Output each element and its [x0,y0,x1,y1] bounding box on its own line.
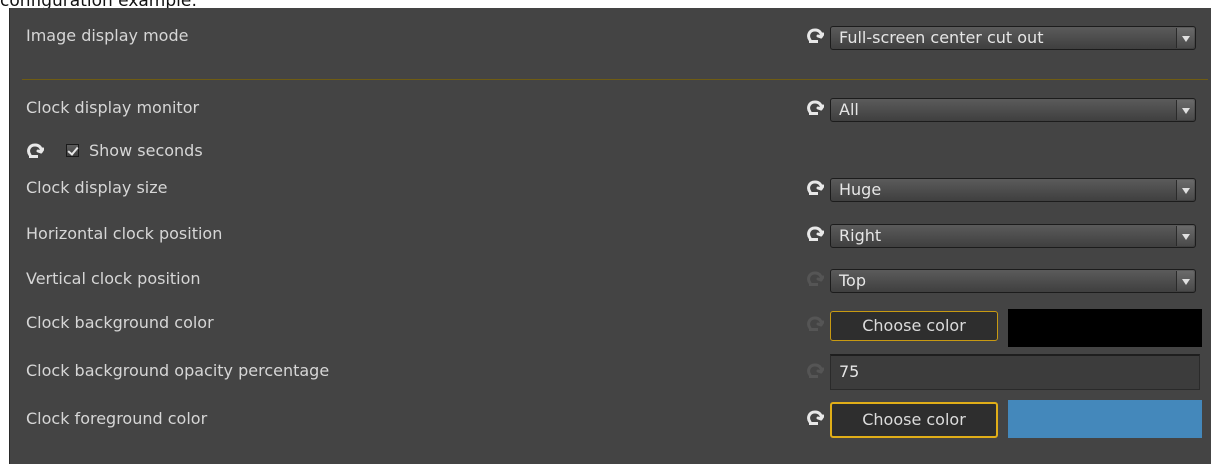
clock-background-choose-color-button[interactable]: Choose color [830,311,998,341]
reset-arrow-icon[interactable] [806,28,824,44]
chevron-down-icon[interactable] [1176,271,1194,291]
clock-display-monitor-select[interactable]: All [830,98,1196,122]
reset-arrow-icon[interactable] [806,410,824,426]
reset-arrow-icon[interactable] [806,100,824,116]
reset-arrow-icon[interactable] [26,143,44,159]
row-clock-display-monitor: Clock display monitor All [10,93,1211,123]
image-display-mode-label: Image display mode [26,26,189,45]
chevron-down-icon[interactable] [1176,28,1194,48]
reset-arrow-icon [806,363,824,379]
chevron-down-icon[interactable] [1176,226,1194,246]
image-display-mode-select[interactable]: Full-screen center cut out [830,26,1196,50]
chevron-down-icon[interactable] [1176,100,1194,120]
show-seconds-label[interactable]: Show seconds [89,136,203,166]
horizontal-clock-position-select[interactable]: Right [830,224,1196,248]
vertical-clock-position-value: Top [839,271,866,290]
image-display-mode-value: Full-screen center cut out [839,28,1044,47]
row-clock-foreground-color: Clock foreground color Choose color [10,398,1211,438]
row-vertical-clock-position: Vertical clock position Top [10,264,1211,294]
show-seconds-checkbox[interactable] [66,144,79,157]
reset-arrow-icon[interactable] [806,226,824,242]
row-clock-background-color: Clock background color Choose color [10,308,1211,347]
clock-background-opacity-value: 75 [839,362,860,381]
clock-background-opacity-label: Clock background opacity percentage [26,361,330,380]
row-show-seconds: Show seconds [10,136,1211,166]
clock-background-color-label: Clock background color [26,313,214,332]
row-image-display-mode: Image display mode Full-screen center cu… [10,21,1211,51]
clock-foreground-color-label: Clock foreground color [26,409,208,428]
settings-panel: Image display mode Full-screen center cu… [9,8,1211,464]
row-clock-background-opacity: Clock background opacity percentage 75 [10,353,1211,390]
clock-display-monitor-label: Clock display monitor [26,98,200,117]
vertical-clock-position-label: Vertical clock position [26,269,201,288]
clock-display-size-select[interactable]: Huge [830,178,1196,202]
clock-background-opacity-input[interactable]: 75 [830,354,1200,390]
clock-background-color-swatch [1008,309,1202,347]
vertical-clock-position-select[interactable]: Top [830,269,1196,293]
reset-arrow-icon [806,316,824,332]
clock-foreground-color-swatch [1008,400,1202,438]
chevron-down-icon[interactable] [1176,180,1194,200]
reset-arrow-icon [806,271,824,287]
section-divider [22,79,1208,80]
row-horizontal-clock-position: Horizontal clock position Right [10,219,1211,249]
clock-display-monitor-value: All [839,100,859,119]
clock-display-size-label: Clock display size [26,178,168,197]
clock-foreground-choose-color-button[interactable]: Choose color [830,402,998,438]
horizontal-clock-position-label: Horizontal clock position [26,224,223,243]
horizontal-clock-position-value: Right [839,226,882,245]
reset-arrow-icon[interactable] [806,180,824,196]
clock-display-size-value: Huge [839,180,882,199]
row-clock-display-size: Clock display size Huge [10,173,1211,203]
